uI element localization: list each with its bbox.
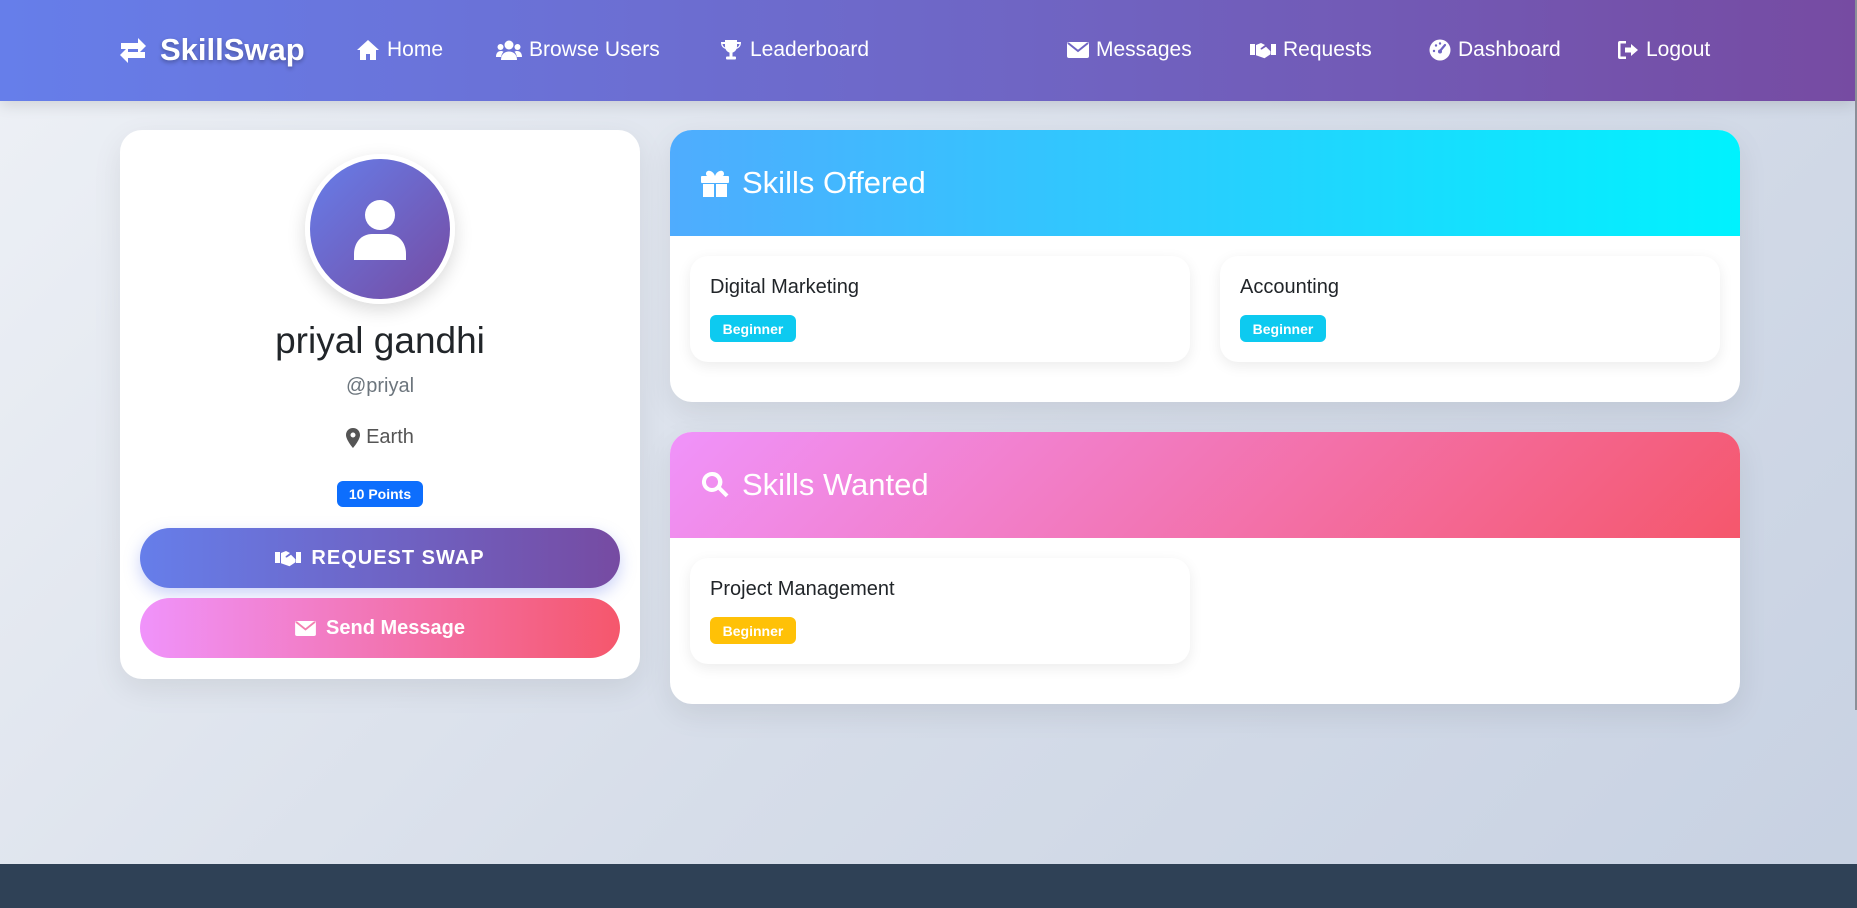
skill-name: Project Management (710, 578, 895, 600)
location-label: Earth (366, 426, 414, 448)
nav-logout[interactable]: Logout (1617, 34, 1710, 66)
search-icon (701, 471, 729, 498)
nav-requests[interactable]: Requests (1250, 34, 1372, 66)
exchange-icon (120, 38, 146, 63)
nav-home-label: Home (387, 38, 444, 61)
send-message-button[interactable]: Send Message (140, 598, 620, 658)
skills-wanted-section: Skills Wanted Project Management Beginne… (670, 432, 1740, 704)
nav-browse-users[interactable]: Browse Users (496, 34, 660, 66)
trophy-icon (721, 40, 741, 60)
nav-messages[interactable]: Messages (1067, 34, 1192, 66)
nav-dashboard-label: Dashboard (1458, 38, 1561, 61)
nav-dashboard[interactable]: Dashboard (1429, 34, 1561, 66)
profile-card: priyal gandhi @priyal Earth 10 Points RE… (120, 130, 640, 679)
envelope-icon (1067, 42, 1089, 58)
avatar (305, 154, 455, 304)
send-message-label: Send Message (326, 616, 465, 639)
skills-offered-section: Skills Offered Digital Marketing Beginne… (670, 130, 1740, 402)
envelope-icon (295, 620, 316, 636)
profile-name: priyal gandhi (275, 320, 485, 361)
profile-location: Earth (120, 426, 640, 449)
nav-leaderboard[interactable]: Leaderboard (719, 34, 869, 66)
profile-username: @priyal (345, 375, 415, 397)
skill-name: Digital Marketing (710, 276, 859, 298)
request-swap-button[interactable]: REQUEST SWAP (140, 528, 620, 588)
skill-card: Project Management Beginner (690, 558, 1190, 664)
nav-messages-label: Messages (1096, 38, 1192, 61)
nav-leaderboard-label: Leaderboard (750, 38, 870, 61)
skill-card: Accounting Beginner (1220, 256, 1720, 362)
gift-icon (701, 170, 729, 197)
skill-name: Accounting (1240, 276, 1339, 298)
skill-level-badge: Beginner (1240, 315, 1326, 342)
nav-requests-label: Requests (1283, 38, 1372, 61)
request-swap-label: REQUEST SWAP (311, 546, 485, 569)
nav-browse-label: Browse Users (529, 38, 660, 61)
brand-label: SkillSwap (160, 32, 305, 67)
skills-offered-title: Skills Offered (742, 165, 926, 200)
user-icon (354, 200, 406, 260)
skill-level-badge: Beginner (710, 617, 796, 644)
home-icon (357, 40, 379, 60)
skill-card: Digital Marketing Beginner (690, 256, 1190, 362)
skills-wanted-title: Skills Wanted (742, 467, 929, 502)
skills-offered-header: Skills Offered (670, 130, 1740, 236)
skills-wanted-header: Skills Wanted (670, 432, 1740, 538)
handshake-icon (275, 551, 302, 567)
sign-out-icon (1618, 41, 1638, 59)
handshake-icon (1250, 43, 1276, 59)
brand-link[interactable]: SkillSwap (118, 30, 305, 70)
map-marker-icon (346, 427, 361, 448)
footer (0, 864, 1857, 908)
users-icon (496, 40, 522, 60)
nav-logout-label: Logout (1646, 38, 1711, 61)
nav-home[interactable]: Home (356, 34, 443, 66)
skill-level-badge: Beginner (710, 315, 796, 342)
navbar: SkillSwap Home Browse Users Leaderboard … (0, 0, 1855, 101)
gauge-icon (1429, 39, 1451, 61)
points-badge: 10 Points (337, 481, 423, 507)
